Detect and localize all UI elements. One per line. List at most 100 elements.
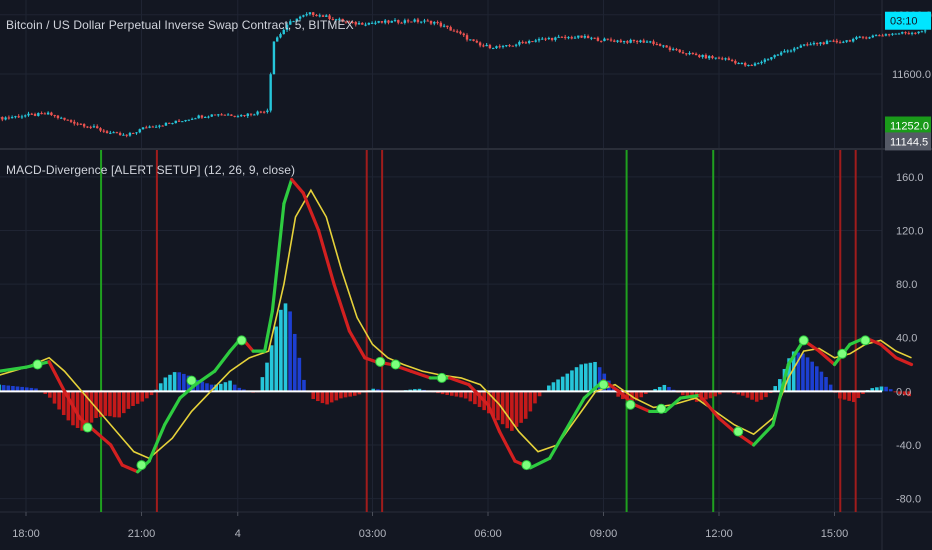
cross-marker — [186, 375, 197, 386]
candle-body — [92, 126, 96, 128]
candle-body — [390, 20, 393, 23]
candle-body — [704, 54, 708, 59]
indicator-tick-label: 80.0 — [896, 279, 917, 291]
cross-marker — [625, 399, 636, 410]
candle-body — [102, 130, 105, 132]
histogram-bar — [754, 391, 759, 402]
histogram-bar — [89, 391, 94, 423]
candle-body — [668, 47, 672, 50]
candle-body — [770, 57, 773, 60]
candle-body — [547, 38, 551, 40]
candle-body — [629, 39, 632, 43]
histogram-bar — [560, 376, 565, 392]
candle-body — [671, 49, 675, 51]
candle-body — [475, 40, 479, 43]
candle-body — [622, 41, 626, 43]
candle-body — [649, 41, 652, 43]
candle-body — [567, 37, 570, 39]
candle-body — [262, 111, 266, 113]
candle-body — [387, 20, 390, 23]
candle-body — [20, 116, 24, 118]
histogram-bar — [121, 391, 126, 414]
candle-body — [534, 40, 537, 42]
candle-body — [835, 40, 839, 43]
candle-body — [151, 126, 155, 128]
histogram-bar — [496, 391, 500, 421]
histogram-bar — [163, 377, 168, 392]
candle-body — [508, 45, 511, 47]
candle-body — [436, 22, 439, 24]
candle-body — [645, 41, 649, 43]
candle-body — [56, 115, 60, 118]
candle-body — [923, 30, 927, 32]
candle-body — [730, 59, 734, 61]
candle-body — [829, 40, 832, 42]
candle-body — [658, 44, 662, 46]
indicator-tick-label: 40.0 — [896, 333, 917, 345]
cross-marker — [375, 356, 386, 367]
candle-body — [907, 33, 911, 35]
chart-canvas[interactable]: 12000.011600.003:1011252.011144.5160.012… — [0, 0, 932, 550]
histogram-bar — [528, 391, 533, 412]
candle-body — [161, 125, 164, 127]
candle-body — [652, 41, 655, 44]
candle-body — [125, 134, 128, 136]
candle-body — [145, 127, 148, 129]
candle-body — [420, 21, 423, 23]
price-tick-label: 11600.0 — [892, 69, 931, 81]
histogram-bar — [172, 372, 177, 392]
candle-body — [727, 58, 731, 60]
candle-body — [99, 128, 102, 131]
candle-body — [662, 45, 665, 47]
candle-body — [531, 41, 534, 43]
candle-body — [272, 41, 276, 75]
histogram-bar — [842, 391, 847, 400]
histogram-bar — [52, 391, 57, 404]
histogram-bar — [168, 374, 172, 392]
time-tick-label: 09:00 — [590, 528, 618, 540]
candle-body — [416, 19, 420, 22]
candle-body — [184, 120, 187, 122]
candle-body — [491, 48, 495, 50]
candle-body — [79, 123, 83, 125]
candle-body — [426, 20, 429, 22]
cross-marker — [798, 335, 809, 346]
candle-body — [361, 22, 364, 25]
histogram-bar — [334, 391, 339, 401]
candle-body — [256, 111, 259, 115]
candle-body — [190, 118, 194, 120]
candle-body — [691, 52, 695, 54]
candle-body — [714, 57, 717, 59]
histogram-bar — [260, 377, 265, 392]
candle-body — [511, 45, 515, 47]
candle-body — [318, 15, 321, 17]
candle-body — [554, 37, 557, 40]
candle-body — [187, 119, 191, 121]
histogram-bar — [884, 386, 888, 392]
histogram-bar — [126, 391, 131, 409]
candle-body — [37, 113, 40, 116]
candle-body — [423, 20, 426, 22]
price-tag-label: 03:10 — [890, 16, 918, 28]
histogram-bar — [583, 363, 588, 392]
candle-body — [580, 35, 583, 38]
candle-body — [158, 125, 161, 127]
histogram-bar — [103, 391, 108, 416]
candle-body — [210, 114, 213, 117]
candle-body — [717, 57, 721, 59]
candle-body — [734, 60, 737, 64]
candle-body — [825, 40, 829, 45]
candle-body — [711, 56, 714, 59]
histogram-bar — [519, 391, 523, 423]
cross-marker — [82, 422, 93, 433]
indicator-tick-label: 0.0 — [896, 386, 911, 398]
price-tag-label: 11252.0 — [890, 121, 929, 133]
histogram-bar — [750, 391, 754, 400]
candle-body — [884, 34, 888, 36]
candle-body — [521, 41, 524, 43]
candle-body — [246, 113, 249, 117]
histogram-bar — [838, 391, 842, 399]
candle-body — [514, 44, 518, 46]
candle-body — [701, 54, 704, 58]
histogram-bar — [704, 391, 708, 400]
